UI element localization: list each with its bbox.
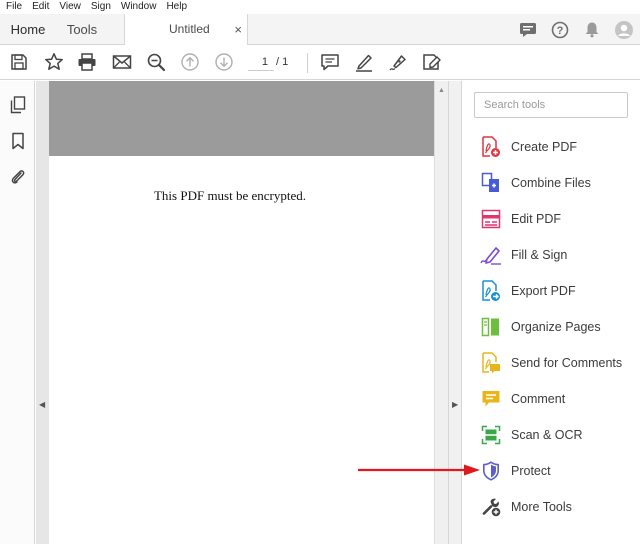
page-total: / 1 [276, 56, 289, 68]
email-icon[interactable] [111, 51, 133, 73]
page-thumbnails-icon[interactable] [8, 94, 28, 116]
menu-bar: File Edit View Sign Window Help [0, 0, 640, 14]
tool-label: Export PDF [511, 284, 576, 298]
tool-more-tools[interactable]: More Tools [480, 494, 640, 520]
tab-home[interactable]: Home [0, 14, 56, 45]
tool-label: Send for Comments [511, 356, 623, 370]
bookmark-icon[interactable] [8, 130, 28, 152]
menu-edit[interactable]: Edit [27, 0, 54, 14]
header-icons: ? [512, 14, 640, 45]
tool-export-pdf[interactable]: Export PDF [480, 278, 640, 304]
document-tab-label: Untitled [169, 22, 210, 36]
menu-sign[interactable]: Sign [86, 0, 116, 14]
zoom-search-icon[interactable] [145, 51, 167, 73]
highlight-pen-icon[interactable] [353, 51, 375, 73]
organize-pages-icon [480, 316, 502, 338]
tool-organize-pages[interactable]: Organize Pages [480, 314, 640, 340]
tool-label: Scan & OCR [511, 428, 583, 442]
menu-file[interactable]: File [0, 0, 27, 14]
protect-shield-icon [480, 460, 502, 482]
tab-document[interactable]: Untitled × [124, 14, 248, 46]
print-icon[interactable] [76, 51, 98, 73]
tool-comment[interactable]: Comment [480, 386, 640, 412]
menu-help[interactable]: Help [161, 0, 192, 14]
tool-combine-files[interactable]: Combine Files [480, 170, 640, 196]
close-tab-icon[interactable]: × [234, 14, 242, 45]
menu-view[interactable]: View [54, 0, 86, 14]
tool-label: Organize Pages [511, 320, 601, 334]
collapse-tools-pane-icon[interactable]: ▶ [452, 400, 458, 409]
save-icon[interactable] [8, 51, 30, 73]
tools-pane: Search tools Create PDF Combine Files Ed… [462, 81, 640, 544]
document-text: This PDF must be encrypted. [153, 188, 306, 203]
tool-label: Protect [511, 464, 551, 478]
tool-label: Combine Files [511, 176, 591, 190]
toolbar-divider [307, 53, 308, 73]
annotation-arrow [358, 464, 480, 476]
tool-label: Create PDF [511, 140, 577, 154]
tool-label: Fill & Sign [511, 248, 568, 262]
tool-label: Comment [511, 392, 566, 406]
edit-pdf-icon [480, 208, 502, 230]
export-pdf-icon [480, 280, 502, 302]
attachment-icon[interactable] [8, 166, 28, 188]
tool-edit-pdf[interactable]: Edit PDF [480, 206, 640, 232]
toolbar: 1 / 1 [0, 45, 640, 80]
page-up-icon[interactable] [179, 51, 201, 73]
combine-files-icon [480, 172, 502, 194]
send-sign-icon[interactable] [421, 51, 443, 73]
page-number-input[interactable]: 1 [248, 54, 274, 71]
page-down-icon[interactable] [213, 51, 235, 73]
comment-icon[interactable] [319, 51, 341, 73]
bell-icon[interactable] [576, 14, 608, 45]
search-tools-input[interactable]: Search tools [474, 92, 628, 118]
scroll-up-icon[interactable]: ▲ [438, 87, 445, 94]
tool-label: Edit PDF [511, 212, 562, 226]
star-icon[interactable] [43, 51, 65, 73]
collapse-left-pane-icon[interactable]: ◀ [39, 400, 45, 409]
left-nav-pane [0, 81, 35, 544]
comment-tool-icon [480, 388, 502, 410]
menu-window[interactable]: Window [116, 0, 162, 14]
tab-bar: Home Tools Untitled × ? [0, 14, 640, 46]
tool-fill-sign[interactable]: Fill & Sign [480, 242, 640, 268]
tool-label: More Tools [511, 500, 572, 514]
more-tools-icon [480, 496, 502, 518]
comment-bubble-icon[interactable] [512, 14, 544, 45]
create-pdf-icon [480, 136, 502, 158]
send-for-comments-icon [480, 352, 502, 374]
svg-text:?: ? [557, 25, 564, 37]
tool-create-pdf[interactable]: Create PDF [480, 134, 640, 160]
tab-tools[interactable]: Tools [56, 14, 108, 45]
page-header-band [49, 81, 434, 156]
help-icon[interactable]: ? [544, 14, 576, 45]
sign-pen-icon[interactable] [387, 51, 409, 73]
scan-ocr-icon [480, 424, 502, 446]
user-avatar-icon[interactable] [608, 14, 640, 45]
tool-scan-ocr[interactable]: Scan & OCR [480, 422, 640, 448]
tool-protect[interactable]: Protect [480, 458, 640, 484]
tool-send-for-comments[interactable]: Send for Comments [480, 350, 640, 376]
fill-sign-icon [480, 244, 502, 266]
